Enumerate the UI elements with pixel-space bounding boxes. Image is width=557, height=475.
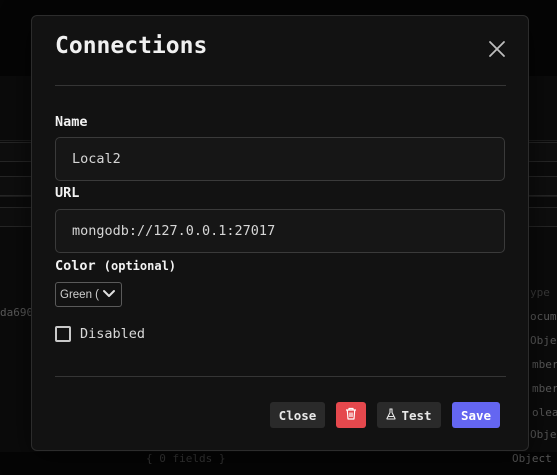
background-type-text: olea [532,406,557,419]
url-input[interactable] [55,209,505,253]
color-label-text: Color [55,258,96,274]
save-button[interactable]: Save [452,402,500,428]
color-select-value: Green ( [60,288,99,301]
delete-button[interactable] [336,402,366,428]
background-type-text: mber [532,358,557,371]
connections-dialog: Connections Name URL Color (optional) Gr… [31,15,529,451]
trash-icon [345,407,357,423]
close-button[interactable]: Close [270,402,325,428]
background-field [527,176,557,196]
background-type-text: ocume [530,310,557,323]
disabled-label: Disabled [80,326,146,342]
background-field [527,142,557,162]
name-input[interactable] [55,137,505,181]
disabled-checkbox[interactable] [55,326,71,342]
background-type-header: ype [530,286,550,299]
name-label: Name [55,114,88,130]
background-type-text: Object [530,334,557,347]
footer-divider [55,376,506,377]
test-button-label: Test [401,407,432,423]
url-label: URL [55,185,80,201]
close-icon[interactable] [488,40,506,58]
header-divider [55,85,506,86]
color-label: Color (optional) [55,258,176,274]
background-type-text: mber [532,382,557,395]
background-fields-text: { 0 fields } [146,452,226,465]
background-type-text: Object [512,452,552,465]
background-field [527,207,557,227]
flask-icon [386,407,401,423]
chevron-down-icon [101,285,117,305]
color-optional-text: (optional) [103,259,177,273]
color-select[interactable]: Green ( [55,282,122,307]
background-id-text: da690 [0,306,34,319]
test-button[interactable]: Test [377,402,441,428]
dialog-title: Connections [55,33,208,59]
background-type-text: Object [530,428,557,441]
disabled-toggle[interactable]: Disabled [55,326,145,342]
